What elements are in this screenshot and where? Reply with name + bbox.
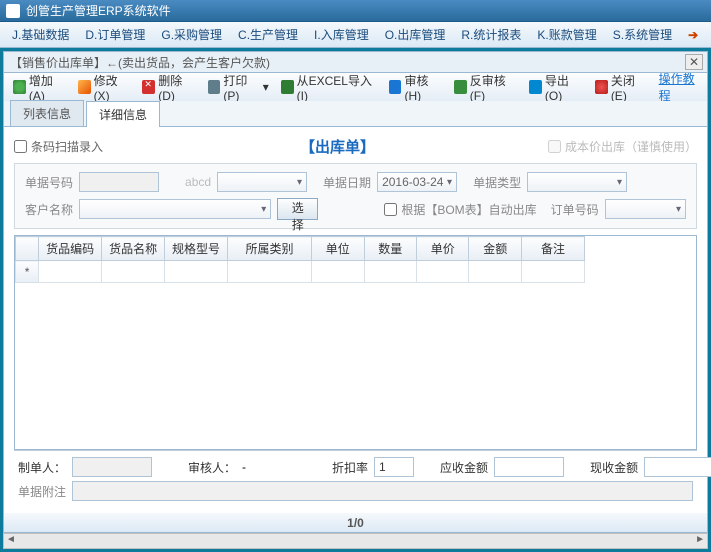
tab-list[interactable]: 列表信息 <box>10 100 84 126</box>
menu-inbound[interactable]: I.入库管理 <box>306 26 377 43</box>
menu-purchase[interactable]: G.采购管理 <box>153 26 230 43</box>
check-icon <box>389 80 402 94</box>
customer-label: 客户名称 <box>25 201 73 218</box>
order-no-label: 订单号码 <box>551 201 599 218</box>
arrow-icon: ➔ <box>680 28 706 42</box>
menu-account[interactable]: K.账款管理 <box>529 26 604 43</box>
menu-order[interactable]: D.订单管理 <box>77 26 153 43</box>
tab-detail[interactable]: 详细信息 <box>86 101 160 127</box>
app-icon <box>6 4 20 18</box>
date-picker[interactable]: 2016-03-24 <box>377 172 457 192</box>
printer-icon <box>208 80 221 94</box>
close-icon <box>595 80 608 94</box>
plus-icon <box>13 80 26 94</box>
delete-icon <box>142 80 155 94</box>
window-title: 创管生产管理ERP系统软件 <box>26 2 171 19</box>
excel-import-button[interactable]: 从EXCEL导入(I) <box>276 70 382 105</box>
date-label: 单据日期 <box>323 174 371 191</box>
status-bar: 1/0 <box>3 513 708 533</box>
titlebar: 创管生产管理ERP系统软件 <box>0 0 711 22</box>
doc-no-label: 单据号码 <box>25 174 73 191</box>
attach-label: 单据附注 <box>18 483 66 500</box>
customer-select[interactable] <box>79 199 271 219</box>
tabs: 列表信息 详细信息 <box>3 101 708 127</box>
pencil-icon <box>78 80 91 94</box>
panel-close-button[interactable]: ✕ <box>685 54 703 70</box>
auditor-label: 审核人： <box>188 459 236 476</box>
menu-system[interactable]: S.系统管理 <box>605 26 680 43</box>
undo-icon <box>454 80 467 94</box>
export-icon <box>529 80 542 94</box>
col-code[interactable]: 货品编码 <box>39 237 102 261</box>
bom-label: 根据【BOM表】自动出库 <box>401 201 536 218</box>
col-amount[interactable]: 金额 <box>469 237 521 261</box>
received-input[interactable] <box>644 457 711 477</box>
col-qty[interactable]: 数量 <box>364 237 416 261</box>
data-table: 货品编码 货品名称 规格型号 所属类别 单位 数量 单价 金额 备注 <box>14 235 697 450</box>
excel-icon <box>281 80 294 94</box>
toolbar: 增加(A) 修改(X) 删除(D) 打印(P)▾ 从EXCEL导入(I) 审核(… <box>3 73 708 101</box>
col-unit[interactable]: 单位 <box>312 237 364 261</box>
audit-button[interactable]: 审核(H) <box>384 70 447 105</box>
maker-label: 制单人： <box>18 459 66 476</box>
maker-input <box>72 457 152 477</box>
col-category[interactable]: 所属类别 <box>228 237 312 261</box>
col-name[interactable]: 货品名称 <box>102 237 165 261</box>
auditor-value: - <box>242 460 246 474</box>
menu-basic[interactable]: J.基础数据 <box>4 26 77 43</box>
delete-button[interactable]: 删除(D) <box>137 70 200 105</box>
menubar: J.基础数据 D.订单管理 G.采购管理 C.生产管理 I.入库管理 O.出库管… <box>0 22 711 48</box>
abcd-label: abcd <box>185 175 211 189</box>
bom-checkbox[interactable] <box>384 203 397 216</box>
received-label: 现收金额 <box>590 459 638 476</box>
unaudit-button[interactable]: 反审核(F) <box>449 70 522 105</box>
barcode-checkbox[interactable] <box>14 140 27 153</box>
receivable-input[interactable] <box>494 457 564 477</box>
new-row-marker: * <box>16 261 39 283</box>
select-button[interactable]: 选择 <box>277 198 318 220</box>
horizontal-scrollbar[interactable] <box>3 533 708 549</box>
abcd-select[interactable] <box>217 172 307 192</box>
row-header-blank <box>16 237 39 261</box>
type-select[interactable] <box>527 172 627 192</box>
discount-input[interactable] <box>374 457 414 477</box>
col-price[interactable]: 单价 <box>417 237 469 261</box>
doc-no-input <box>79 172 159 192</box>
print-button[interactable]: 打印(P)▾ <box>203 70 274 105</box>
panel-title: 【销售价出库单】←(卖出货品，会产生客户欠款) <box>10 54 270 71</box>
pager: 1/0 <box>347 516 364 530</box>
receivable-label: 应收金额 <box>440 459 488 476</box>
discount-label: 折扣率 <box>332 459 368 476</box>
panel-header: 【销售价出库单】←(卖出货品，会产生客户欠款) ✕ <box>3 51 708 73</box>
menu-report[interactable]: R.统计报表 <box>453 26 529 43</box>
form-title: 【出库单】 <box>115 136 560 157</box>
order-no-select[interactable] <box>605 199 686 219</box>
menu-tutorial[interactable]: 【视频教程，先看 <box>706 26 711 43</box>
type-label: 单据类型 <box>473 174 521 191</box>
menu-outbound[interactable]: O.出库管理 <box>377 26 454 43</box>
export-button[interactable]: 导出(O) <box>524 70 588 105</box>
col-spec[interactable]: 规格型号 <box>165 237 228 261</box>
tutorial-link[interactable]: 操作教程 <box>659 70 703 104</box>
col-remark[interactable]: 备注 <box>521 237 584 261</box>
menu-production[interactable]: C.生产管理 <box>230 26 306 43</box>
attach-input <box>72 481 693 501</box>
table-row-new[interactable]: * <box>16 261 585 283</box>
close-button[interactable]: 关闭(E) <box>590 70 653 105</box>
barcode-label: 条码扫描录入 <box>31 138 103 155</box>
cost-price-option: 成本价出库（谨慎使用） <box>548 138 697 155</box>
